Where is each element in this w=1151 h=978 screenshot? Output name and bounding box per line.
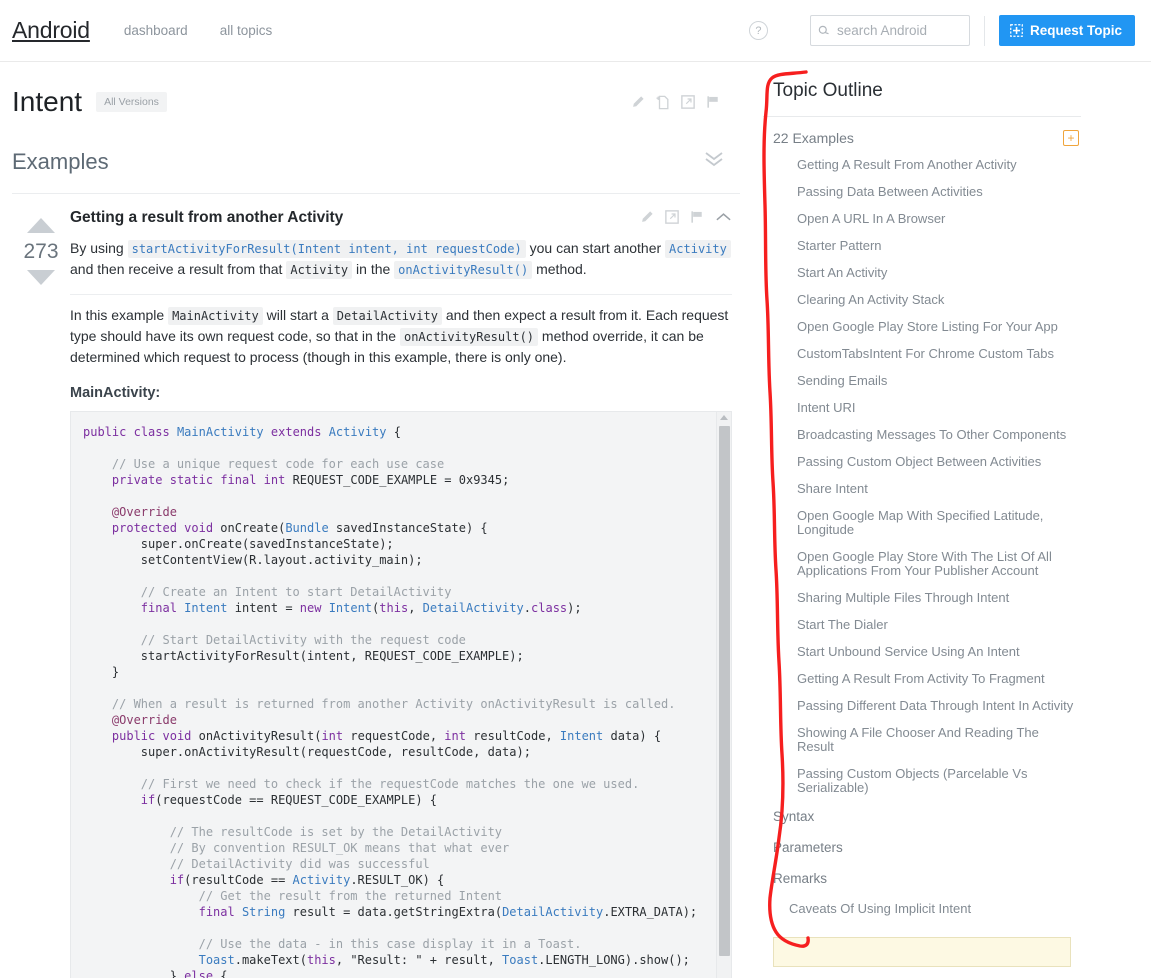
outline-example-item[interactable]: Sharing Multiple Files Through Intent: [763, 584, 1081, 611]
top-bar-right-group: ? Request Topic: [748, 15, 1135, 46]
outline-example-item[interactable]: Open Google Play Store Listing For Your …: [763, 313, 1081, 340]
topic-title-row: Intent All Versions: [12, 62, 740, 124]
outline-section-item[interactable]: Syntax: [763, 801, 1081, 832]
version-badge[interactable]: All Versions: [96, 92, 167, 112]
code-subheading: MainActivity:: [70, 385, 161, 402]
outline-example-item[interactable]: Clearing An Activity Stack: [763, 286, 1081, 313]
triangle-up-icon[interactable]: [26, 216, 56, 235]
outline-example-item[interactable]: Passing Custom Object Between Activities: [763, 448, 1081, 475]
outline-section-item[interactable]: Remarks: [763, 863, 1081, 894]
p1-code-1: startActivityForResult(Intent intent, in…: [127, 240, 526, 259]
external-link-icon[interactable]: [681, 95, 695, 109]
examples-section-header: Examples: [12, 130, 740, 194]
outline-subsection-item[interactable]: Caveats Of Using Implicit Intent: [763, 894, 1081, 923]
outline-example-item[interactable]: Start An Activity: [763, 259, 1081, 286]
paragraph-divider: [70, 294, 732, 296]
vote-count: 273: [23, 240, 59, 263]
p1-code-2: Activity: [665, 240, 731, 259]
toolbar-divider: [983, 15, 985, 46]
p2-code-3: onActivityResult(): [399, 328, 539, 347]
sidebar-notice-box: [773, 937, 1071, 967]
outline-example-item[interactable]: Starter Pattern: [763, 232, 1081, 259]
outline-example-item[interactable]: Open A URL In A Browser: [763, 205, 1081, 232]
post-paragraph-1: By using startActivityForResult(Intent i…: [70, 238, 732, 280]
outline-example-item[interactable]: Intent URI: [763, 394, 1081, 421]
p1-text-3: and then receive a result from that: [70, 261, 287, 278]
post-title: Getting a result from another Activity: [70, 209, 344, 226]
section-collapse-toggle[interactable]: [703, 150, 740, 173]
p1-text-2: you can start another: [525, 240, 666, 257]
section-title: Examples: [12, 148, 109, 174]
p2-text-2: will start a: [262, 307, 333, 324]
triangle-down-icon[interactable]: [26, 268, 56, 287]
p1-code-4: onActivityResult(): [394, 261, 533, 280]
p1-text-5: method.: [532, 261, 587, 278]
p2-code-1: MainActivity: [168, 307, 263, 326]
add-box-icon: [1010, 24, 1023, 37]
outline-example-item[interactable]: Sending Emails: [763, 367, 1081, 394]
chevron-up-icon[interactable]: [715, 211, 732, 223]
add-example-icon[interactable]: [656, 95, 670, 110]
request-topic-label: Request Topic: [1029, 23, 1122, 38]
p2-code-2: DetailActivity: [332, 307, 442, 326]
main-content-column: Intent All Versions Examples 273 Getting…: [0, 62, 755, 978]
external-link-icon[interactable]: [665, 210, 679, 224]
outline-example-item[interactable]: Start Unbound Service Using An Intent: [763, 638, 1081, 665]
outline-list: 22 Examples + Getting A Result From Anot…: [763, 116, 1081, 923]
code-block[interactable]: public class MainActivity extends Activi…: [71, 412, 731, 978]
post-header: Getting a result from another Activity: [70, 208, 732, 228]
vote-column: 273: [12, 208, 70, 978]
page-body: Intent All Versions Examples 273 Getting…: [0, 62, 1151, 978]
nav-link-dashboard[interactable]: dashboard: [124, 23, 188, 38]
add-example-button[interactable]: +: [1063, 130, 1079, 146]
outline-section-item[interactable]: Parameters: [763, 832, 1081, 863]
outline-example-item[interactable]: Open Google Map With Specified Latitude,…: [763, 502, 1081, 543]
outline-example-item[interactable]: Passing Data Between Activities: [763, 178, 1081, 205]
flag-icon[interactable]: [706, 95, 720, 109]
search-input[interactable]: [809, 15, 970, 46]
outline-example-item[interactable]: CustomTabsIntent For Chrome Custom Tabs: [763, 340, 1081, 367]
p1-text-1: By using: [70, 240, 128, 257]
top-navigation-bar: Android dashboard all topics ? Request T…: [0, 0, 1151, 62]
outline-example-item[interactable]: Broadcasting Messages To Other Component…: [763, 421, 1081, 448]
search-container: [809, 15, 970, 46]
sidebar-title: Topic Outline: [773, 80, 883, 101]
code-scrollbar-thumb[interactable]: [719, 426, 730, 957]
outline-example-item[interactable]: Getting A Result From Activity To Fragme…: [763, 665, 1081, 692]
topic-action-icons: [631, 95, 740, 110]
p2-text-1: In this example: [70, 307, 169, 324]
p1-text-4: in the: [352, 261, 395, 278]
outline-example-item[interactable]: Share Intent: [763, 475, 1081, 502]
outline-examples-list: Getting A Result From Another Activity Pa…: [763, 151, 1081, 801]
examples-count-label[interactable]: 22 Examples: [773, 130, 854, 146]
brand-logo-link[interactable]: Android: [12, 17, 90, 44]
outline-example-item[interactable]: Open Google Play Store With The List Of …: [763, 543, 1081, 584]
outline-example-item[interactable]: Start The Dialer: [763, 611, 1081, 638]
flag-icon[interactable]: [690, 210, 704, 224]
post-paragraph-2: In this example MainActivity will start …: [70, 305, 732, 367]
outline-example-item[interactable]: Passing Different Data Through Intent In…: [763, 692, 1081, 719]
p1-code-3: Activity: [286, 261, 353, 280]
outline-example-item[interactable]: Getting A Result From Another Activity: [763, 151, 1081, 178]
post-body: Getting a result from another Activity B…: [70, 208, 740, 978]
request-topic-button[interactable]: Request Topic: [998, 15, 1135, 46]
topic-outline-sidebar: Topic Outline 22 Examples + Getting A Re…: [755, 62, 1151, 978]
code-block-container: public class MainActivity extends Activi…: [70, 411, 732, 978]
edit-icon[interactable]: [640, 210, 654, 224]
nav-link-all-topics[interactable]: all topics: [220, 23, 273, 38]
page-title: Intent: [12, 86, 83, 117]
example-post: 273 Getting a result from another Activi…: [12, 194, 740, 978]
outline-sections-list: Syntax Parameters Remarks Caveats Of Using …: [763, 801, 1081, 923]
outline-example-item[interactable]: Showing A File Chooser And Reading The R…: [763, 719, 1081, 760]
scroll-up-arrow-icon[interactable]: [720, 415, 728, 421]
outline-group-examples: 22 Examples +: [763, 130, 1081, 146]
outline-example-item[interactable]: Passing Custom Objects (Parcelable Vs Se…: [763, 760, 1081, 801]
edit-icon[interactable]: [631, 95, 645, 109]
chevron-double-down-icon: [705, 152, 723, 167]
help-icon[interactable]: ?: [748, 21, 768, 40]
code-scrollbar[interactable]: [716, 412, 731, 978]
post-action-icons: [640, 208, 732, 224]
